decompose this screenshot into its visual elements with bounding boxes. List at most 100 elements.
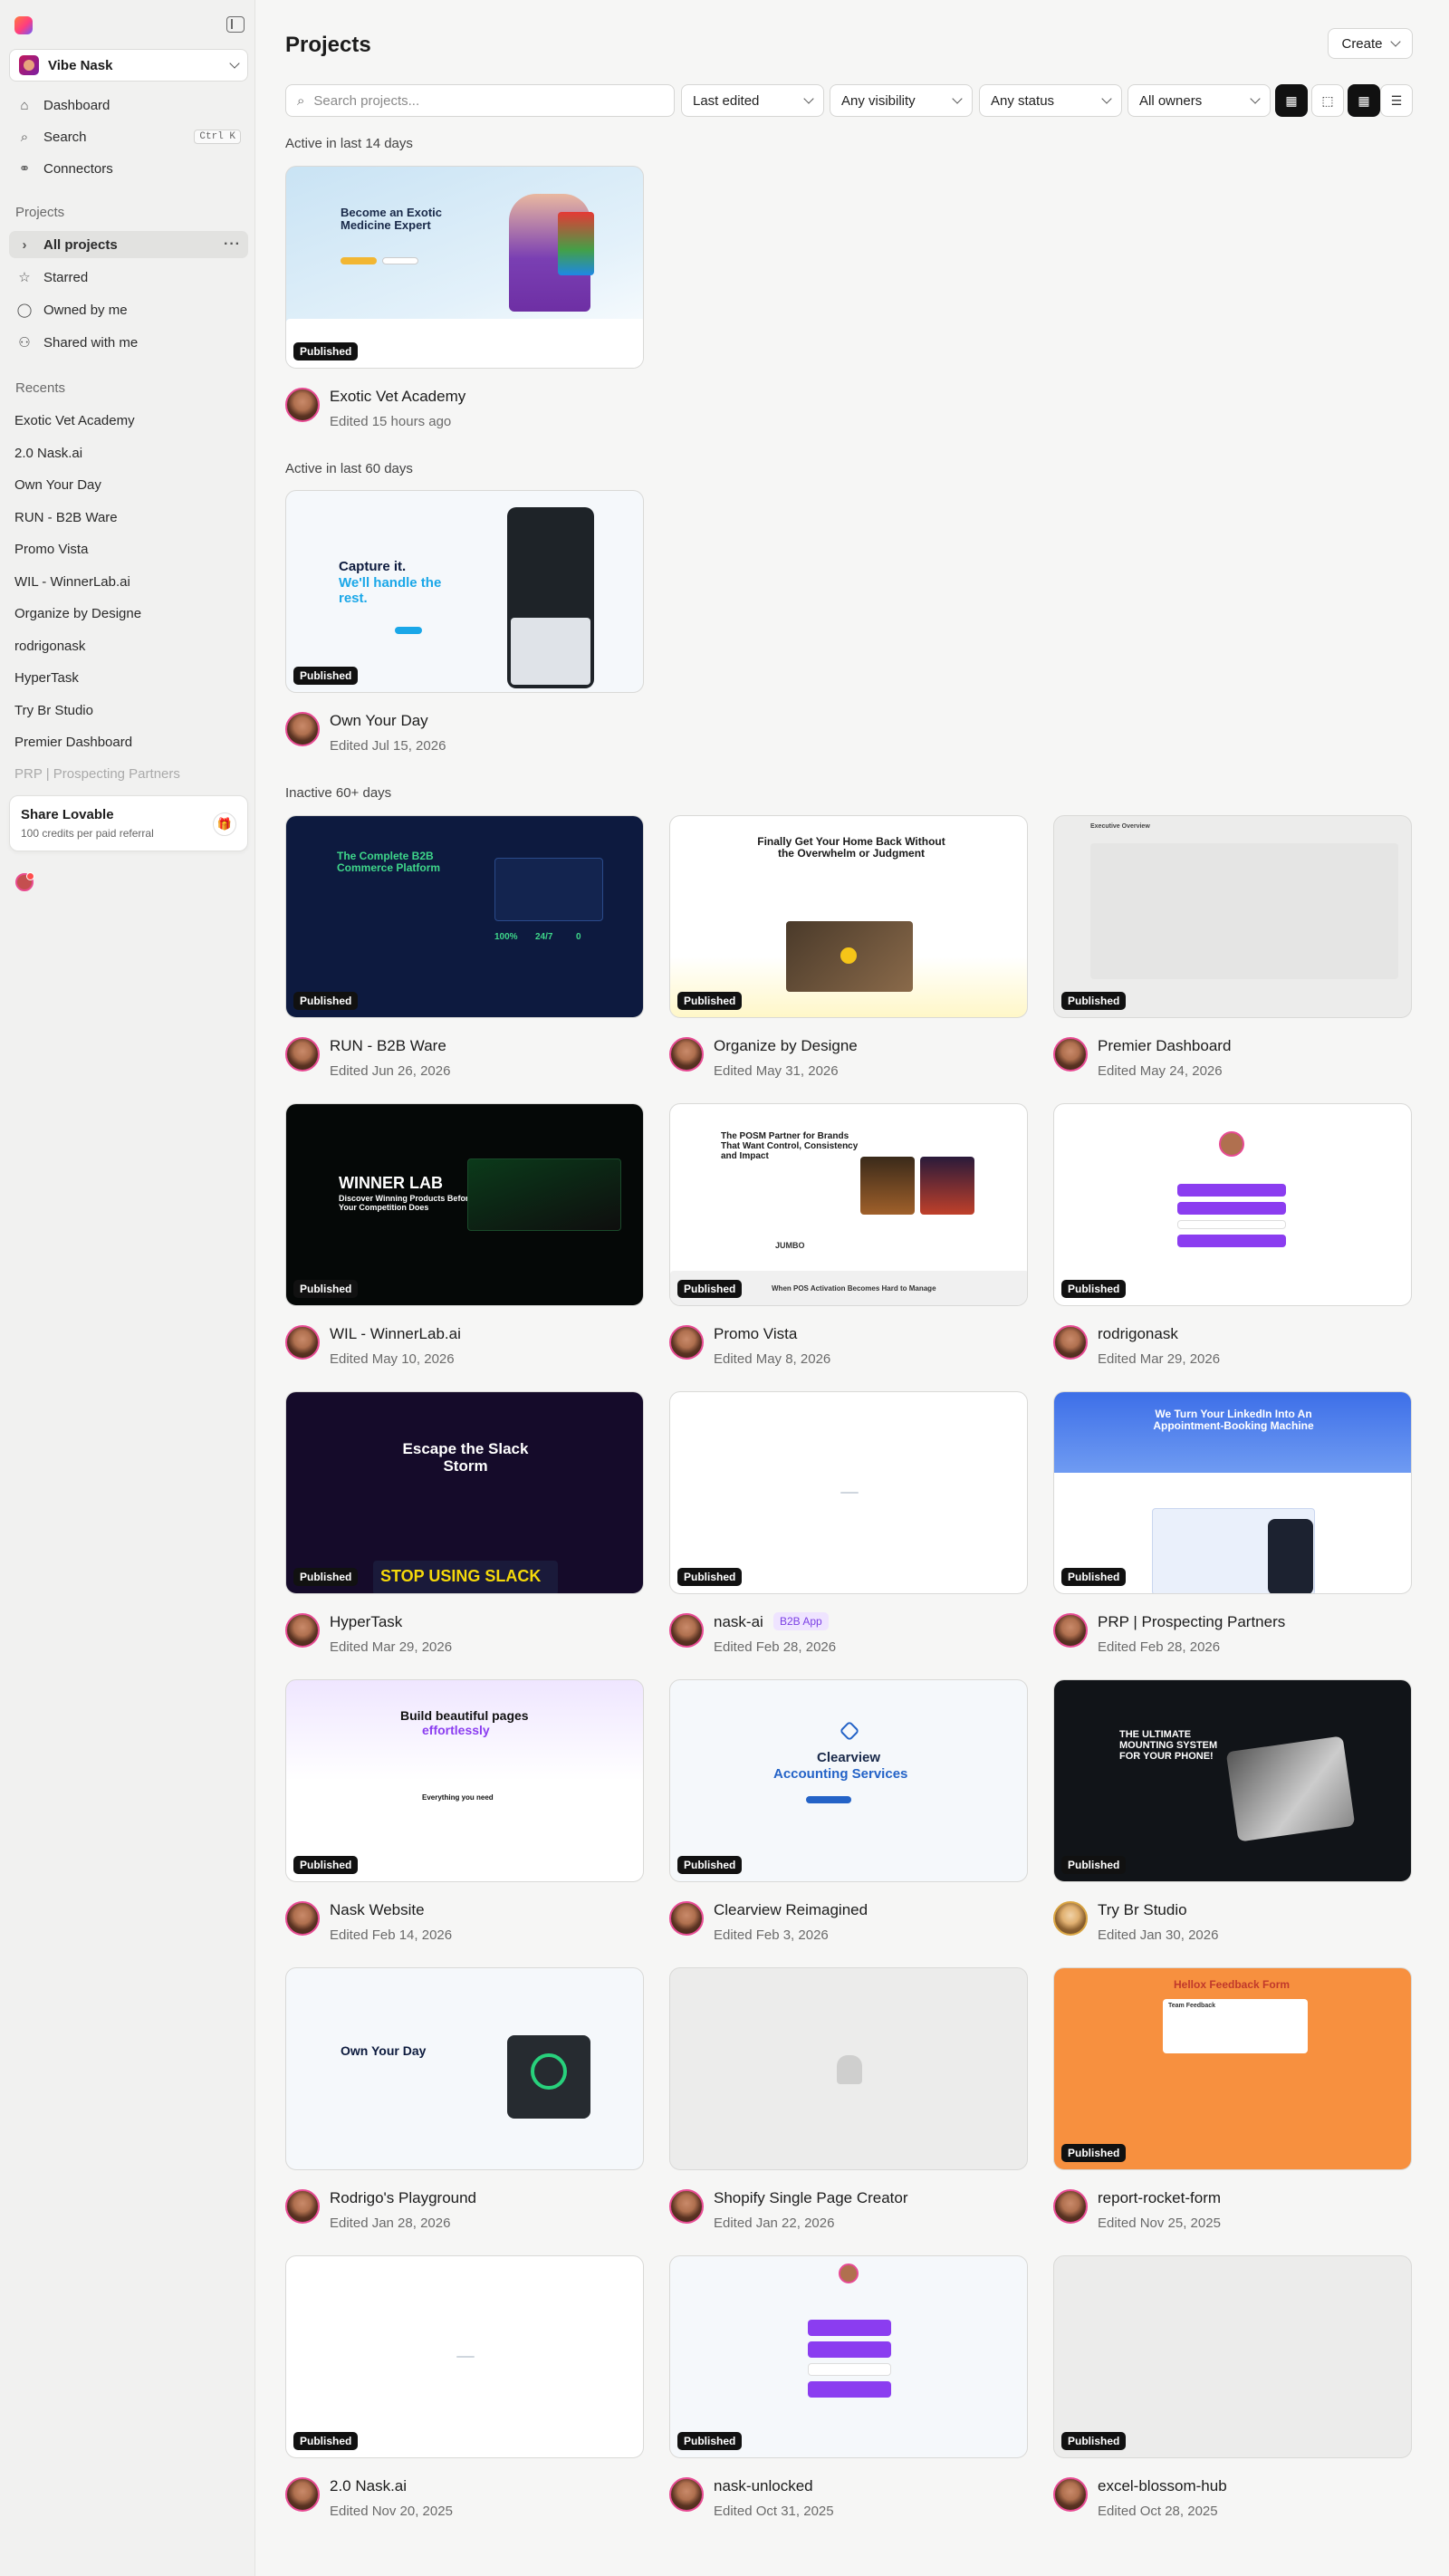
- collapse-sidebar-icon[interactable]: [226, 16, 245, 33]
- project-thumbnail[interactable]: We Turn Your LinkedIn Into An Appointmen…: [1053, 1391, 1412, 1594]
- project-name[interactable]: Clearview Reimagined: [714, 1901, 868, 1919]
- project-thumbnail[interactable]: Executive Overview Published: [1053, 815, 1412, 1018]
- project-thumbnail[interactable]: WINNER LAB Discover Winning Products Bef…: [285, 1103, 644, 1306]
- project-thumbnail[interactable]: Clearview Accounting Services Published: [669, 1679, 1028, 1882]
- nav-dashboard[interactable]: ⌂ Dashboard: [9, 91, 248, 119]
- project-name[interactable]: HyperTask: [330, 1613, 402, 1631]
- status-select[interactable]: Any status: [979, 84, 1122, 117]
- project-thumbnail[interactable]: Escape the Slack Storm STOP USING SLACK …: [285, 1391, 644, 1594]
- project-thumbnail[interactable]: Build beautiful pages effortlessly Every…: [285, 1679, 644, 1882]
- published-badge: Published: [293, 992, 359, 1010]
- project-name[interactable]: report-rocket-form: [1098, 2189, 1221, 2207]
- share-lovable-card[interactable]: Share Lovable 100 credits per paid refer…: [9, 795, 248, 851]
- nav-shared-with-me[interactable]: ⚇ Shared with me: [9, 329, 248, 356]
- nav-starred[interactable]: ☆ Starred: [9, 264, 248, 291]
- recent-item[interactable]: PRP | Prospecting Partners: [14, 766, 180, 782]
- nav-search[interactable]: ⌕ Search Ctrl K: [9, 123, 248, 150]
- user-avatar[interactable]: [15, 872, 34, 891]
- project-thumbnail[interactable]: Published: [669, 1391, 1028, 1594]
- recent-item[interactable]: rodrigonask: [14, 639, 85, 654]
- create-button[interactable]: Create: [1328, 28, 1413, 59]
- thumb-ring: [531, 2053, 567, 2090]
- visibility-label: Any visibility: [841, 92, 916, 109]
- nav-dashboard-label: Dashboard: [43, 97, 110, 113]
- published-badge: Published: [677, 1856, 743, 1874]
- calendar-icon: ▦: [1285, 92, 1298, 108]
- workspace-switcher[interactable]: Vibe Nask: [9, 49, 248, 82]
- chevron-down-icon: [229, 58, 240, 69]
- project-name[interactable]: Exotic Vet Academy: [330, 388, 465, 406]
- thumb-chart: [467, 1158, 621, 1231]
- owner-avatar: [1053, 1613, 1088, 1648]
- project-name[interactable]: excel-blossom-hub: [1098, 2477, 1227, 2495]
- project-thumbnail[interactable]: Hellox Feedback Form Team Feedback Publi…: [1053, 1967, 1412, 2170]
- lovable-logo-icon[interactable]: [14, 16, 33, 34]
- project-thumbnail[interactable]: The Complete B2B Commerce Platform 100% …: [285, 815, 644, 1018]
- project-thumbnail[interactable]: Published: [285, 2255, 644, 2458]
- published-badge: Published: [1061, 2432, 1127, 2450]
- project-thumbnail[interactable]: [669, 1967, 1028, 2170]
- published-badge: Published: [677, 2432, 743, 2450]
- project-name[interactable]: 2.0 Nask.ai: [330, 2477, 407, 2495]
- owner-avatar: [1053, 2477, 1088, 2512]
- nav-connectors[interactable]: ⚭ Connectors: [9, 155, 248, 182]
- project-thumbnail[interactable]: THE ULTIMATE MOUNTING SYSTEM FOR YOUR PH…: [1053, 1679, 1412, 1882]
- project-thumbnail[interactable]: The POSM Partner for Brands That Want Co…: [669, 1103, 1028, 1306]
- visibility-select[interactable]: Any visibility: [830, 84, 973, 117]
- recent-item[interactable]: Try Br Studio: [14, 703, 93, 718]
- recent-item[interactable]: Own Your Day: [14, 477, 101, 493]
- project-thumbnail[interactable]: Published: [1053, 2255, 1412, 2458]
- thumb-subtitle: Discover Winning Products Before Your Co…: [339, 1194, 474, 1212]
- list-view-button[interactable]: ☰: [1380, 84, 1413, 117]
- workspace-name: Vibe Nask: [48, 57, 113, 73]
- thumb-phone: [1268, 1519, 1313, 1593]
- project-name[interactable]: Nask Website: [330, 1901, 425, 1919]
- recent-item[interactable]: HyperTask: [14, 670, 79, 686]
- project-name[interactable]: Organize by Designe: [714, 1037, 858, 1055]
- recent-item[interactable]: Promo Vista: [14, 542, 88, 557]
- published-badge: Published: [1061, 1856, 1127, 1874]
- recent-item[interactable]: RUN - B2B Ware: [14, 510, 118, 525]
- project-name[interactable]: Shopify Single Page Creator: [714, 2189, 908, 2207]
- project-edited: Edited Jun 26, 2026: [330, 1063, 451, 1079]
- project-name[interactable]: RUN - B2B Ware: [330, 1037, 446, 1055]
- project-thumbnail[interactable]: Published: [669, 2255, 1028, 2458]
- grid-view-button[interactable]: ▦: [1348, 84, 1380, 117]
- recent-item[interactable]: WIL - WinnerLab.ai: [14, 574, 130, 590]
- thumb-dashboard: [494, 858, 603, 921]
- project-name[interactable]: WIL - WinnerLab.ai: [330, 1325, 461, 1343]
- recent-item[interactable]: Premier Dashboard: [14, 735, 132, 750]
- recent-item[interactable]: Exotic Vet Academy: [14, 413, 135, 428]
- project-name[interactable]: rodrigonask: [1098, 1325, 1178, 1343]
- project-name[interactable]: Own Your Day: [330, 712, 428, 730]
- project-thumbnail[interactable]: Finally Get Your Home Back Without the O…: [669, 815, 1028, 1018]
- published-badge: Published: [677, 992, 743, 1010]
- project-name[interactable]: Promo Vista: [714, 1325, 797, 1343]
- project-name[interactable]: nask-ai: [714, 1613, 763, 1631]
- owners-select[interactable]: All owners: [1128, 84, 1271, 117]
- project-thumbnail[interactable]: Published: [1053, 1103, 1412, 1306]
- group-title: Active in last 14 days: [285, 136, 413, 151]
- more-options-icon[interactable]: ···: [224, 236, 241, 253]
- search-projects-input[interactable]: ⌕ Search projects...: [285, 84, 675, 117]
- nav-all-projects[interactable]: › All projects ···: [9, 231, 248, 258]
- select-mode-button[interactable]: ⬚: [1311, 84, 1344, 117]
- recent-item[interactable]: Organize by Designe: [14, 606, 141, 621]
- thumb-title: Clearview: [817, 1750, 881, 1765]
- project-name[interactable]: PRP | Prospecting Partners: [1098, 1613, 1285, 1631]
- sort-select[interactable]: Last edited: [681, 84, 824, 117]
- project-thumbnail[interactable]: Capture it. We'll handle the rest. Publi…: [285, 490, 644, 693]
- project-thumbnail[interactable]: Become an Exotic Medicine Expert Publish…: [285, 166, 644, 369]
- recent-item[interactable]: 2.0 Nask.ai: [14, 446, 82, 461]
- page-title: Projects: [285, 33, 371, 57]
- project-name[interactable]: Premier Dashboard: [1098, 1037, 1231, 1055]
- nav-owned-by-me[interactable]: ◯ Owned by me: [9, 296, 248, 323]
- project-name[interactable]: nask-unlocked: [714, 2477, 813, 2495]
- thumb-title: The Complete B2B Commerce Platform: [337, 850, 441, 875]
- owner-avatar: [1053, 1325, 1088, 1360]
- connectors-icon: ⚭: [18, 161, 31, 177]
- project-thumbnail[interactable]: Own Your Day: [285, 1967, 644, 2170]
- project-name[interactable]: Rodrigo's Playground: [330, 2189, 476, 2207]
- group-by-date-button[interactable]: ▦: [1275, 84, 1308, 117]
- project-name[interactable]: Try Br Studio: [1098, 1901, 1187, 1919]
